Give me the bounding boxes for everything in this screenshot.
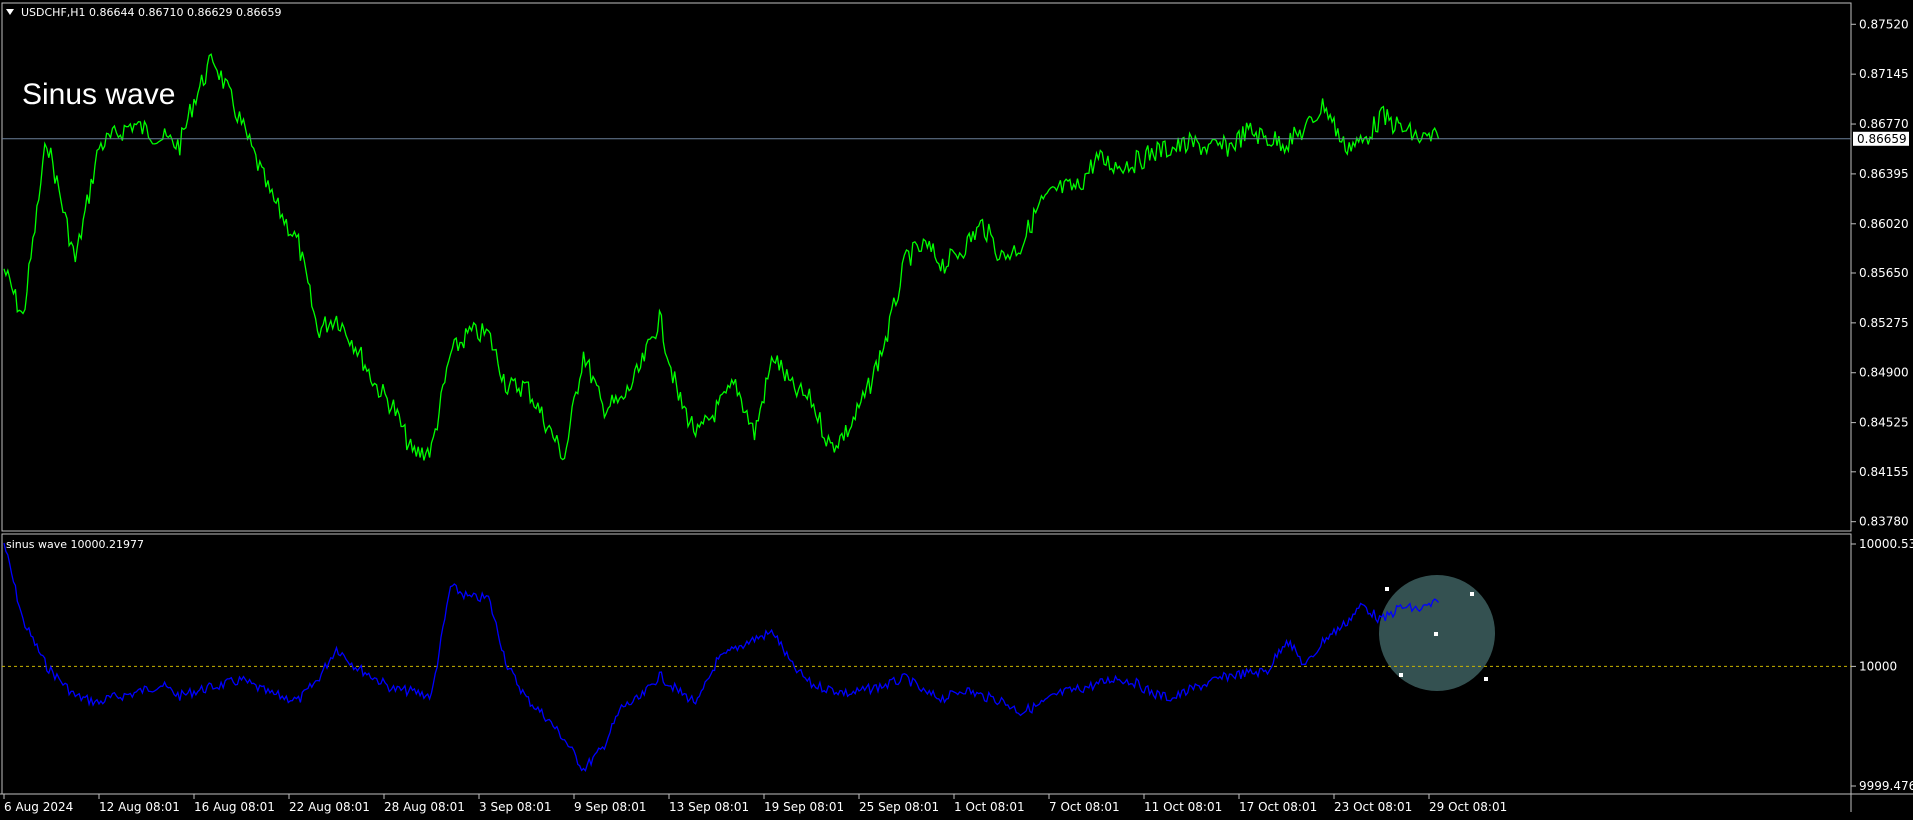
time-axis-label: 7 Oct 08:01 <box>1049 800 1120 814</box>
time-axis-label: 11 Oct 08:01 <box>1144 800 1222 814</box>
price-axis-label: 0.84155 <box>1859 465 1909 479</box>
indicator-axis-label: 10000 <box>1859 659 1897 673</box>
indicator-panel-frame <box>1 533 1852 795</box>
price-axis-label: 0.87520 <box>1859 17 1909 31</box>
trading-chart[interactable]: USDCHF,H1 0.86644 0.86710 0.86629 0.8665… <box>0 0 1913 820</box>
time-axis-label: 1 Oct 08:01 <box>954 800 1025 814</box>
indicator-axis-label: 9999.4761 <box>1859 779 1913 793</box>
price-axis-label: 0.86020 <box>1859 217 1909 231</box>
price-axis-label: 0.86395 <box>1859 167 1909 181</box>
price-axis-label: 0.86770 <box>1859 117 1909 131</box>
ellipse-handle[interactable] <box>1470 592 1474 596</box>
time-axis-label: 19 Sep 08:01 <box>764 800 844 814</box>
ellipse-handle[interactable] <box>1385 587 1389 591</box>
price-axis-label: 0.87145 <box>1859 67 1909 81</box>
time-axis-label: 16 Aug 08:01 <box>194 800 275 814</box>
sinus-wave-line <box>3 542 1439 772</box>
price-axis-label: 0.83780 <box>1859 515 1909 529</box>
symbol-header: USDCHF,H1 0.86644 0.86710 0.86629 0.8665… <box>21 6 282 19</box>
ellipse-handle[interactable] <box>1399 673 1403 677</box>
time-axis-label: 22 Aug 08:01 <box>289 800 370 814</box>
indicator-label: sinus wave 10000.21977 <box>6 538 144 551</box>
sinus-wave-annotation[interactable]: Sinus wave <box>22 78 175 111</box>
time-axis-label: 23 Oct 08:01 <box>1334 800 1412 814</box>
indicator-axis-label: 10000.536 <box>1859 537 1913 551</box>
ellipse-handle[interactable] <box>1484 677 1488 681</box>
price-axis-label: 0.84525 <box>1859 416 1909 430</box>
time-axis-label: 17 Oct 08:01 <box>1239 800 1317 814</box>
time-axis-label: 29 Oct 08:01 <box>1429 800 1507 814</box>
time-axis-label: 3 Sep 08:01 <box>479 800 551 814</box>
price-axis-label: 0.84900 <box>1859 366 1909 380</box>
price-line <box>3 53 1440 461</box>
current-price-label: 0.86659 <box>1857 132 1907 146</box>
time-axis-label: 12 Aug 08:01 <box>99 800 180 814</box>
price-axis-label: 0.85275 <box>1859 316 1909 330</box>
ellipse-handle[interactable] <box>1434 632 1438 636</box>
time-axis-label: 28 Aug 08:01 <box>384 800 465 814</box>
time-axis-label: 13 Sep 08:01 <box>669 800 749 814</box>
time-axis-label: 6 Aug 2024 <box>4 800 73 814</box>
price-axis-label: 0.85650 <box>1859 266 1909 280</box>
triangle-down-icon[interactable] <box>6 9 14 15</box>
time-axis-label: 25 Sep 08:01 <box>859 800 939 814</box>
time-axis-label: 9 Sep 08:01 <box>574 800 646 814</box>
main-panel-frame <box>1 2 1852 532</box>
